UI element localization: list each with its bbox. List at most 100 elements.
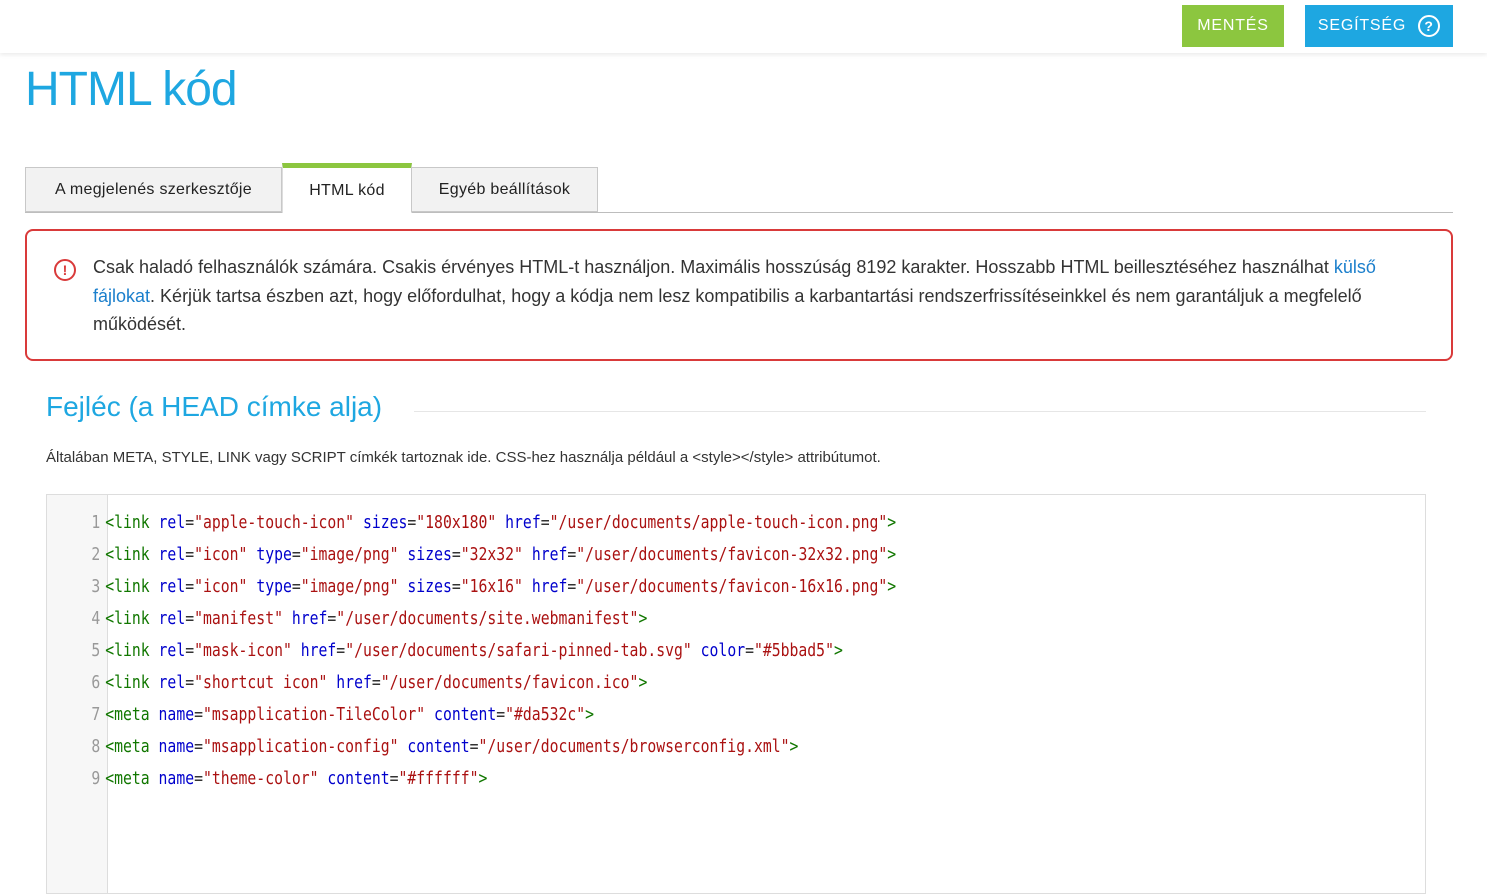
tab-label: Egyéb beállítások [438, 180, 571, 198]
code-tag: <link [105, 576, 150, 597]
warning-text: Csak haladó felhasználók számára. Csakis… [93, 253, 1438, 339]
code-tag-close: > [638, 608, 648, 629]
code-equals: = [451, 544, 461, 565]
code-tag-close: > [585, 704, 595, 725]
code-equals: = [469, 736, 479, 757]
code-line: 2 <link rel="icon" type="image/png" sizes… [47, 539, 1170, 571]
code-line: 4 <link rel="manifest" href="/user/docume… [47, 603, 1170, 635]
code-attr-name: rel [158, 608, 186, 629]
code-attr-value: "/user/documents/site.webmanifest" [336, 608, 639, 629]
code-attr-name: name [158, 704, 195, 725]
line-number: 3 [91, 576, 101, 597]
code-equals: = [185, 640, 195, 661]
save-button[interactable]: MENTÉS [1182, 5, 1284, 47]
code-tag: <meta [105, 768, 150, 789]
code-tag-close: > [887, 544, 897, 565]
tab-html-code[interactable]: HTML kód [282, 163, 412, 213]
code-attr-value: "image/png" [300, 544, 399, 565]
line-number: 5 [91, 640, 101, 661]
code-equals: = [336, 640, 346, 661]
code-attr-value: "/user/documents/apple-touch-icon.png" [549, 512, 888, 533]
code-attr-name: type [256, 544, 292, 565]
tabs-divider [25, 212, 1453, 213]
save-button-label: MENTÉS [1197, 17, 1269, 34]
code-line: 3 <link rel="icon" type="image/png" sizes… [47, 571, 1170, 603]
code-attr-name: href [291, 608, 328, 629]
code-attr-name: rel [158, 576, 186, 597]
code-attr-value: "32x32" [460, 544, 523, 565]
code-tag: <meta [105, 736, 150, 757]
code-tag-close: > [887, 512, 897, 533]
code-attr-name: href [531, 576, 568, 597]
exclamation-circle-icon: ! [54, 259, 76, 281]
code-attr-name: href [336, 672, 372, 693]
code-equals: = [185, 544, 195, 565]
tab-other-settings[interactable]: Egyéb beállítások [411, 167, 598, 212]
code-attr-value: "180x180" [416, 512, 497, 533]
tab-label: HTML kód [309, 181, 385, 199]
warning-alert: ! Csak haladó felhasználók számára. Csak… [25, 229, 1453, 361]
code-attr-value: "#ffffff" [398, 768, 479, 789]
code-equals: = [194, 736, 203, 757]
code-attr-value: "mask-icon" [194, 640, 292, 661]
code-equals: = [185, 672, 195, 693]
code-equals: = [371, 672, 381, 693]
tab-appearance-editor[interactable]: A megjelenés szerkesztője [25, 167, 282, 212]
code-attr-name: sizes [362, 512, 408, 533]
code-equals: = [451, 576, 461, 597]
code-tag-close: > [478, 768, 488, 789]
code-attr-value: "manifest" [194, 608, 283, 629]
code-attr-name: content [407, 736, 470, 757]
code-attr-value: "theme-color" [202, 768, 319, 789]
code-editor[interactable]: 1 <link rel="apple-touch-icon" sizes="180… [46, 494, 1426, 894]
code-tag-close: > [789, 736, 799, 757]
code-attr-value: "image/png" [300, 576, 399, 597]
code-attr-value: "#da532c" [505, 704, 586, 725]
code-equals: = [540, 512, 550, 533]
code-attr-value: "/user/documents/favicon-16x16.png" [576, 576, 888, 597]
code-attr-value: "/user/documents/safari-pinned-tab.svg" [345, 640, 692, 661]
line-number: 9 [91, 768, 101, 789]
code-attr-name: href [505, 512, 541, 533]
code-tag-close: > [887, 576, 897, 597]
code-tag-close: > [833, 640, 843, 661]
code-tag: <meta [105, 704, 150, 725]
tab-label: A megjelenés szerkesztője [55, 180, 252, 198]
code-line: 9 <meta name="theme-color" content="#ffff… [47, 763, 1170, 795]
code-attr-name: sizes [407, 544, 452, 565]
code-equals: = [185, 512, 195, 533]
code-attr-value: "icon" [194, 576, 248, 597]
help-button[interactable]: SEGÍTSÉG ? [1305, 5, 1453, 47]
code-equals: = [185, 576, 195, 597]
code-tag-close: > [638, 672, 648, 693]
code-attr-value: "icon" [194, 544, 248, 565]
code-line: 8 <meta name="msapplication-config" conte… [47, 731, 1170, 763]
code-attr-value: "16x16" [460, 576, 523, 597]
line-number: 8 [91, 736, 101, 757]
code-line: 7 <meta name="msapplication-TileColor" co… [47, 699, 1170, 731]
code-equals: = [496, 704, 506, 725]
code-line: 5 <link rel="mask-icon" href="/user/docum… [47, 635, 1170, 667]
code-attr-name: rel [158, 672, 186, 693]
code-attr-value: "/user/documents/browserconfig.xml" [478, 736, 790, 757]
code-attr-name: href [300, 640, 337, 661]
code-attr-name: type [256, 576, 292, 597]
line-number: 7 [91, 704, 101, 725]
code-tag: <link [105, 544, 150, 565]
code-line: 6 <link rel="shortcut icon" href="/user/d… [47, 667, 1170, 699]
